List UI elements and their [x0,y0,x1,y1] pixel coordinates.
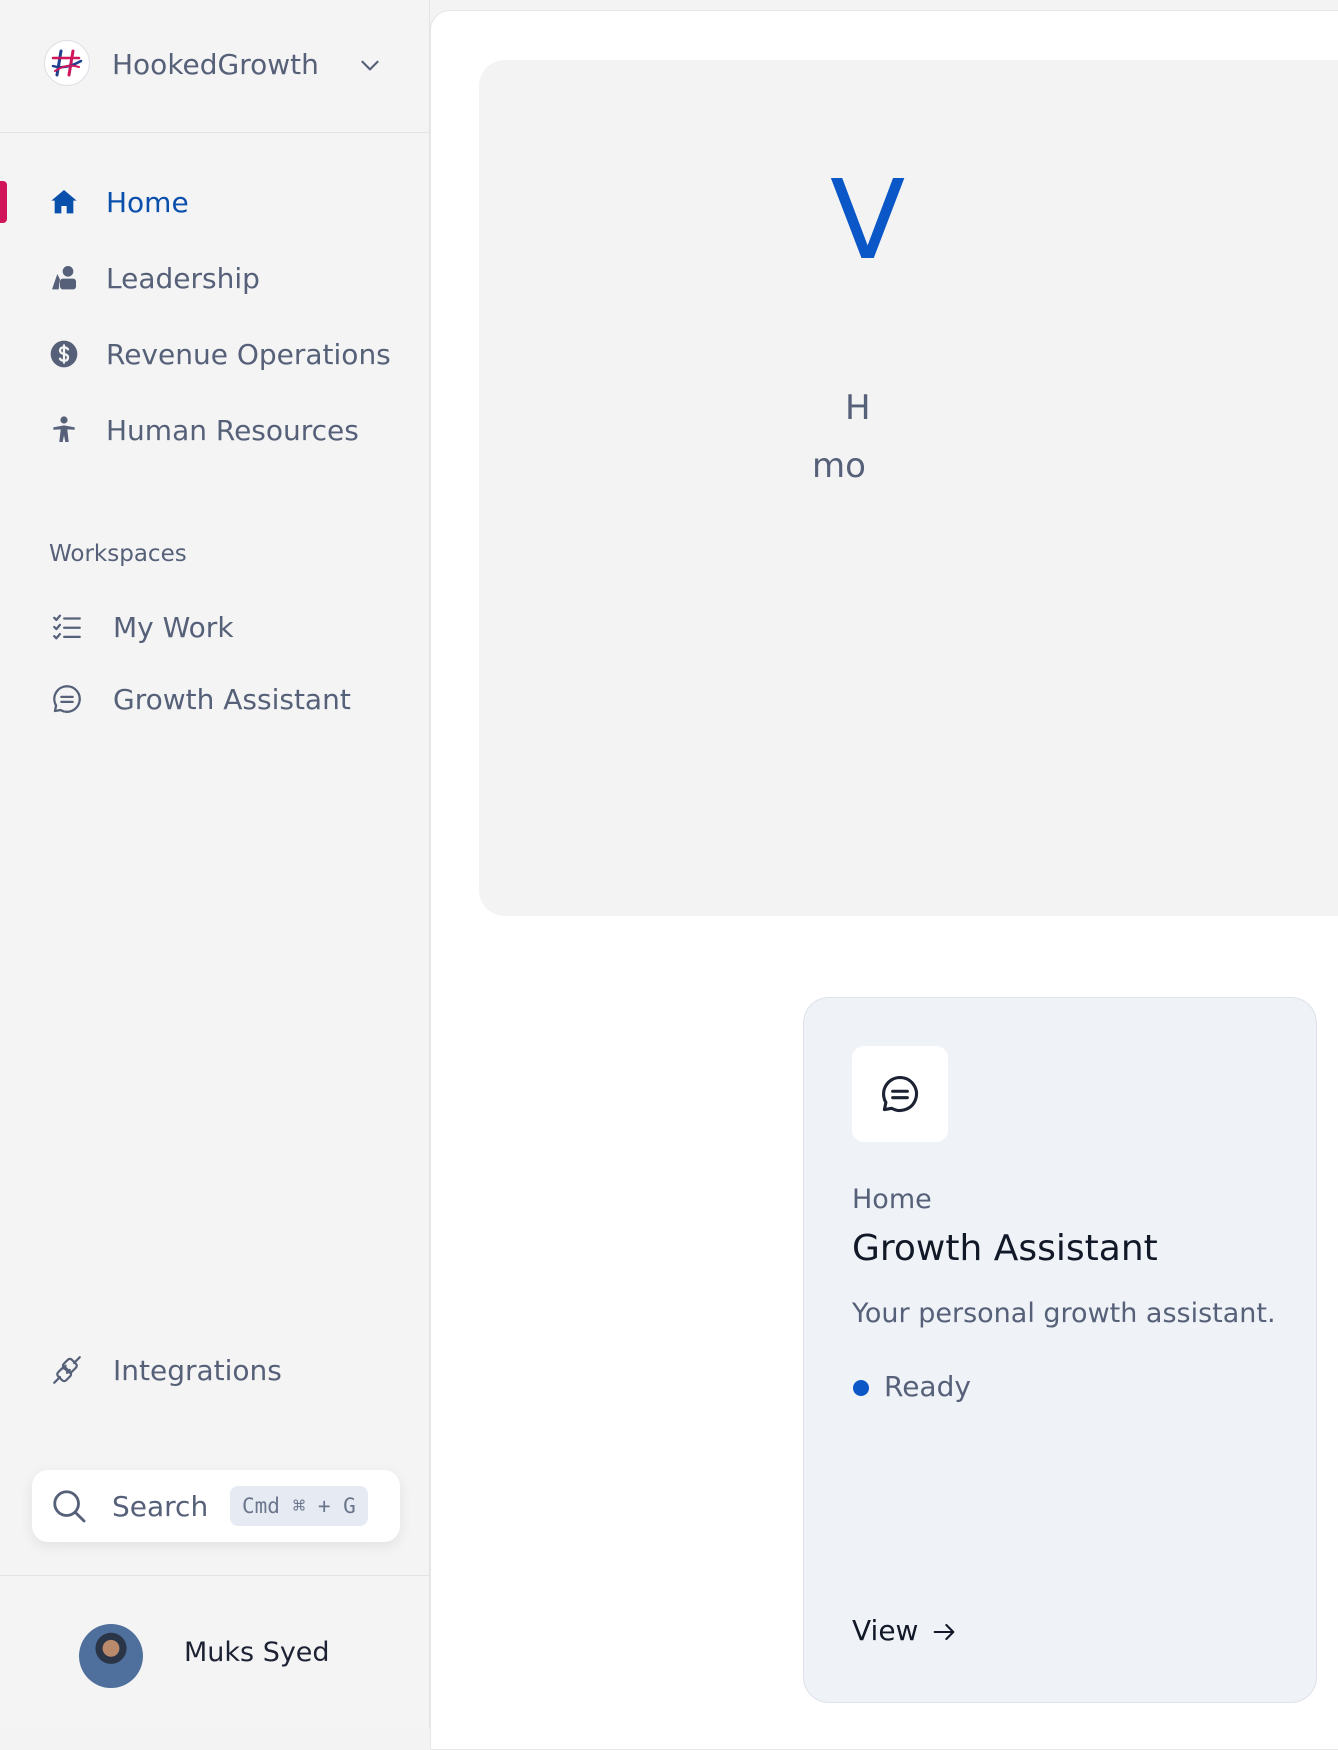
nav-item-label: Leadership [106,262,260,295]
hookedgrowth-logo-icon [51,49,83,77]
welcome-banner [479,60,1338,916]
card-icon-container [852,1046,948,1142]
workspace-item-growth-assistant[interactable]: Growth Assistant [0,668,430,728]
search-button[interactable]: Search Cmd ⌘ + G [32,1470,400,1542]
workspace-item-label: My Work [113,611,234,644]
plug-icon [53,1356,81,1384]
card-title: Growth Assistant [852,1228,1158,1269]
user-profile[interactable]: Muks Syed [0,1575,430,1728]
user-name: Muks Syed [184,1637,330,1668]
status-dot [853,1380,869,1396]
search-icon [53,1490,86,1523]
search-shortcut-badge: Cmd ⌘ + G [230,1486,368,1526]
nav-item-home[interactable]: Home [0,171,430,231]
workspace-name: HookedGrowth [112,48,319,81]
workspaces-section-label: Workspaces [49,541,187,567]
nav-item-label: Home [106,186,189,219]
nav-item-label: Revenue Operations [106,338,391,371]
workspace-item-my-work[interactable]: My Work [0,596,430,656]
nav-item-human-resources[interactable]: Human Resources [0,399,430,459]
arrow-right-icon[interactable] [930,1618,958,1646]
nav-item-leadership[interactable]: Leadership [0,247,430,307]
person-icon [53,416,75,442]
card-description: Your personal growth assistant. [852,1298,1276,1329]
status-badge: Ready [884,1370,971,1403]
integrations-link[interactable]: Integrations [0,1339,430,1399]
card-breadcrumb: Home [852,1184,932,1215]
workspace-item-label: Growth Assistant [113,683,351,716]
chat-icon [882,1075,919,1112]
workspace-switcher[interactable]: HookedGrowth [0,0,430,133]
chevron-down-icon[interactable] [357,52,383,78]
hero-text-line-2: mo [812,446,866,486]
hero-text-line-1: H [845,388,871,428]
home-icon [51,190,77,214]
nav-item-label: Human Resources [106,414,359,447]
hero-heading-fragment: V [830,156,906,284]
search-label: Search [112,1490,209,1523]
growth-assistant-card[interactable]: Home Growth Assistant Your personal grow… [803,997,1317,1703]
nav-item-revenue-operations[interactable]: Revenue Operations [0,323,430,383]
view-link[interactable]: View [852,1614,918,1647]
sidebar: HookedGrowth Home Leadership Revenue Ope… [0,0,430,1728]
avatar [79,1624,143,1688]
workspace-logo [44,40,90,86]
integrations-label: Integrations [113,1354,282,1387]
leadership-icon [52,266,76,290]
dollar-circle-icon [50,340,78,368]
chat-icon [53,685,81,713]
checklist-icon [53,614,81,640]
